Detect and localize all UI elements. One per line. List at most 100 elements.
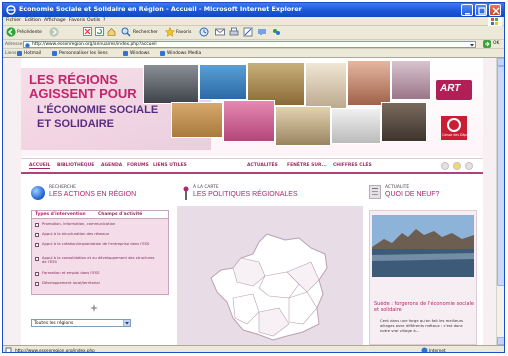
hero-title-line3: L'ÉCONOMIE SOCIALE — [37, 104, 159, 116]
print-icon[interactable] — [229, 27, 239, 39]
link-personnaliser[interactable]: Personnaliser les liens — [59, 51, 108, 56]
nav-forums[interactable]: FORUMS — [127, 163, 149, 168]
vertical-scrollbar[interactable] — [496, 58, 504, 345]
checkbox-item[interactable]: Appui à la création/implantation de l'en… — [35, 242, 165, 252]
go-button[interactable]: OK — [483, 40, 501, 48]
photo-meeting — [275, 106, 331, 146]
menu-edition[interactable]: Edition — [25, 18, 41, 23]
tab-champs-activite[interactable]: Champs d'activité — [98, 212, 142, 217]
globe-icon — [31, 186, 45, 200]
scroll-up-icon[interactable] — [497, 58, 504, 66]
map-pin-icon — [183, 186, 189, 200]
mail-page-icon[interactable] — [453, 162, 461, 170]
link-windows[interactable]: Windows — [130, 51, 150, 56]
address-url: http://www.essenregion.org/annuaires/ind… — [32, 42, 157, 47]
checkbox-item[interactable]: Promotion, information, communication — [35, 222, 165, 232]
checkbox[interactable] — [35, 272, 39, 276]
address-dropdown-icon[interactable] — [470, 43, 474, 47]
news-photo[interactable] — [372, 215, 474, 277]
menu-bar: Fichier Edition Affichage Favoris Outils… — [3, 17, 504, 26]
hero-title-line2: AGISSENT POUR — [29, 86, 137, 101]
menu-outils[interactable]: Outils — [87, 18, 100, 23]
photo-office — [331, 108, 381, 144]
refresh-icon[interactable] — [95, 27, 104, 39]
forward-icon[interactable] — [49, 27, 59, 39]
photo-market — [171, 102, 223, 138]
cdc-logo[interactable]: Caisse des Dépôts — [441, 116, 471, 140]
nav-actualites[interactable]: ACTUALITÉS — [247, 163, 278, 168]
ie-icon — [6, 5, 16, 15]
favorites-label[interactable]: Favoris — [176, 30, 191, 35]
nav-liens-utiles[interactable]: LIENS UTILES — [153, 163, 187, 168]
nav-chiffres-cles[interactable]: CHIFFRES CLÉS — [333, 163, 372, 168]
checkbox[interactable] — [35, 282, 39, 286]
map-big-title: LES POLITIQUES RÉGIONALES — [193, 191, 298, 198]
region-select[interactable]: Toutes les régions — [31, 319, 131, 327]
map-header: À LA CARTE LES POLITIQUES RÉGIONALES — [177, 182, 363, 206]
checkbox-label: Appui à la consolidation et au développe… — [42, 256, 155, 265]
art-logo[interactable]: ART — [436, 80, 472, 100]
nav-agenda[interactable]: AGENDA — [101, 163, 122, 168]
edit-icon[interactable] — [243, 27, 253, 39]
favorites-icon[interactable] — [164, 26, 176, 39]
browser-window: Economie Sociale et Solidaire en Région … — [2, 2, 505, 353]
france-map[interactable] — [207, 232, 337, 342]
regional-map-panel: À LA CARTE LES POLITIQUES RÉGIONALES — [177, 182, 363, 345]
minimize-button[interactable] — [461, 4, 473, 16]
search-header: RECHERCHE LES ACTIONS EN RÉGION — [27, 182, 173, 206]
checkbox[interactable] — [35, 223, 39, 227]
nav-bibliotheque[interactable]: BIBLIOTHÈQUE — [57, 163, 94, 168]
maximize-button[interactable] — [475, 4, 487, 16]
history-icon[interactable] — [199, 27, 209, 39]
nav-fenetre[interactable]: FENÊTRE SUR... — [287, 163, 327, 168]
mail-icon[interactable] — [215, 27, 225, 39]
news-title[interactable]: Suède : forgerons de l'économie sociale … — [374, 301, 474, 313]
checkbox[interactable] — [35, 257, 39, 261]
checkbox-label: Promotion, information, communication — [42, 222, 116, 226]
scroll-thumb[interactable] — [497, 66, 504, 286]
menu-fichier[interactable]: Fichier — [6, 18, 21, 23]
link-icon — [123, 51, 128, 56]
search-icon[interactable] — [121, 27, 131, 39]
checkbox-item[interactable]: Formation et emploi dans l'ESS — [35, 271, 165, 281]
page-viewport[interactable]: LES RÉGIONS AGISSENT POUR L'ÉCONOMIE SOC… — [3, 58, 504, 345]
checkbox-item[interactable]: Appui à la structuration des réseaux — [35, 232, 165, 242]
screen: Economie Sociale et Solidaire en Région … — [0, 0, 508, 356]
messenger-icon[interactable] — [271, 27, 281, 39]
menu-favoris[interactable]: Favoris — [69, 18, 85, 23]
scroll-down-icon[interactable] — [497, 337, 504, 345]
search-big-title: LES ACTIONS EN RÉGION — [49, 191, 137, 198]
back-label[interactable]: Précédente — [17, 30, 42, 35]
checkbox[interactable] — [35, 233, 39, 237]
checkbox-item[interactable]: Développement local/territorial — [35, 281, 165, 291]
nav-accueil[interactable]: ACCUEIL — [29, 163, 51, 169]
chevron-down-icon[interactable] — [123, 320, 130, 326]
stop-icon[interactable] — [83, 27, 92, 39]
title-bar[interactable]: Economie Sociale et Solidaire en Région … — [3, 3, 504, 17]
page-icon — [5, 347, 12, 352]
home-icon[interactable] — [107, 27, 116, 39]
photo-portrait — [391, 60, 431, 100]
address-input[interactable]: http://www.essenregion.org/annuaires/ind… — [23, 41, 476, 48]
main-nav: ACCUEIL BIBLIOTHÈQUE AGENDA FORUMS LIENS… — [21, 158, 483, 174]
font-size-icon[interactable] — [465, 162, 473, 170]
menu-affichage[interactable]: Affichage — [44, 18, 66, 23]
news-small-title: ACTUALITÉ — [385, 185, 410, 190]
link-windows-media[interactable]: Windows Media — [167, 51, 201, 56]
search-label[interactable]: Rechercher — [133, 30, 158, 35]
back-icon[interactable] — [6, 27, 16, 39]
checkbox-item[interactable]: Appui à la consolidation et au développe… — [35, 256, 165, 266]
zone-label: Internet — [429, 348, 446, 353]
discuss-icon[interactable] — [257, 27, 267, 39]
photo-children — [223, 100, 275, 142]
menu-help[interactable]: ? — [103, 18, 105, 23]
print-page-icon[interactable] — [441, 162, 449, 170]
tab-types-intervention[interactable]: Types d'intervention — [35, 212, 86, 217]
go-label: OK — [493, 41, 500, 46]
checkbox[interactable] — [35, 243, 39, 247]
internet-zone-icon — [421, 347, 428, 352]
cdc-circle-icon — [447, 118, 461, 132]
link-hotmail[interactable]: Hotmail — [24, 51, 41, 56]
close-button[interactable] — [489, 4, 501, 16]
hero-banner: LES RÉGIONS AGISSENT POUR L'ÉCONOMIE SOC… — [21, 58, 483, 156]
